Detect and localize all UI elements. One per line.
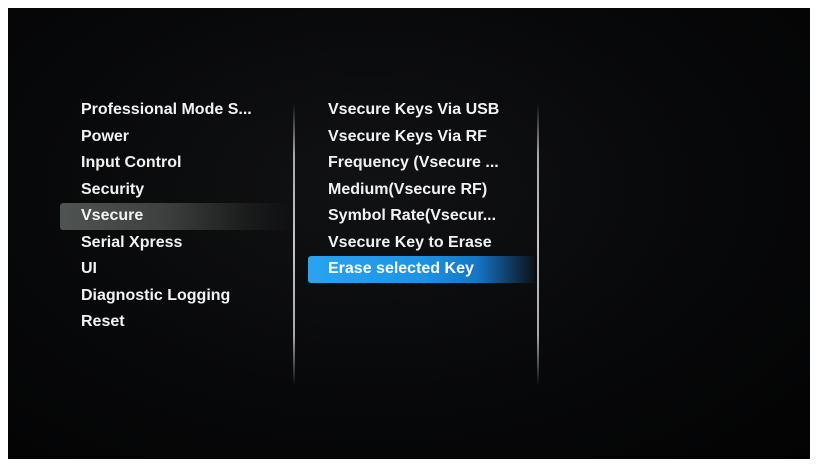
submenu-item-keys-via-rf[interactable]: Vsecure Keys Via RF — [308, 124, 534, 151]
vsecure-submenu: Vsecure Keys Via USB Vsecure Keys Via RF… — [308, 97, 534, 283]
column-divider — [537, 104, 539, 386]
menu-item-ui[interactable]: UI — [60, 256, 292, 283]
submenu-item-symbol-rate[interactable]: Symbol Rate(Vsecur... — [308, 203, 534, 230]
submenu-item-erase-selected-key[interactable]: Erase selected Key — [308, 256, 534, 283]
menu-item-vsecure[interactable]: Vsecure — [60, 203, 292, 230]
submenu-item-frequency[interactable]: Frequency (Vsecure ... — [308, 150, 534, 177]
submenu-item-medium[interactable]: Medium(Vsecure RF) — [308, 177, 534, 204]
submenu-item-key-to-erase[interactable]: Vsecure Key to Erase — [308, 230, 534, 257]
column-divider — [293, 104, 295, 386]
menu-item-security[interactable]: Security — [60, 177, 292, 204]
main-menu: Professional Mode S... Power Input Contr… — [60, 97, 292, 336]
submenu-item-keys-via-usb[interactable]: Vsecure Keys Via USB — [308, 97, 534, 124]
tv-screen: Professional Mode S... Power Input Contr… — [8, 8, 810, 459]
menu-item-diagnostic-logging[interactable]: Diagnostic Logging — [60, 283, 292, 310]
menu-item-input-control[interactable]: Input Control — [60, 150, 292, 177]
menu-item-reset[interactable]: Reset — [60, 309, 292, 336]
menu-item-power[interactable]: Power — [60, 124, 292, 151]
menu-item-professional-mode[interactable]: Professional Mode S... — [60, 97, 292, 124]
menu-item-serial-xpress[interactable]: Serial Xpress — [60, 230, 292, 257]
